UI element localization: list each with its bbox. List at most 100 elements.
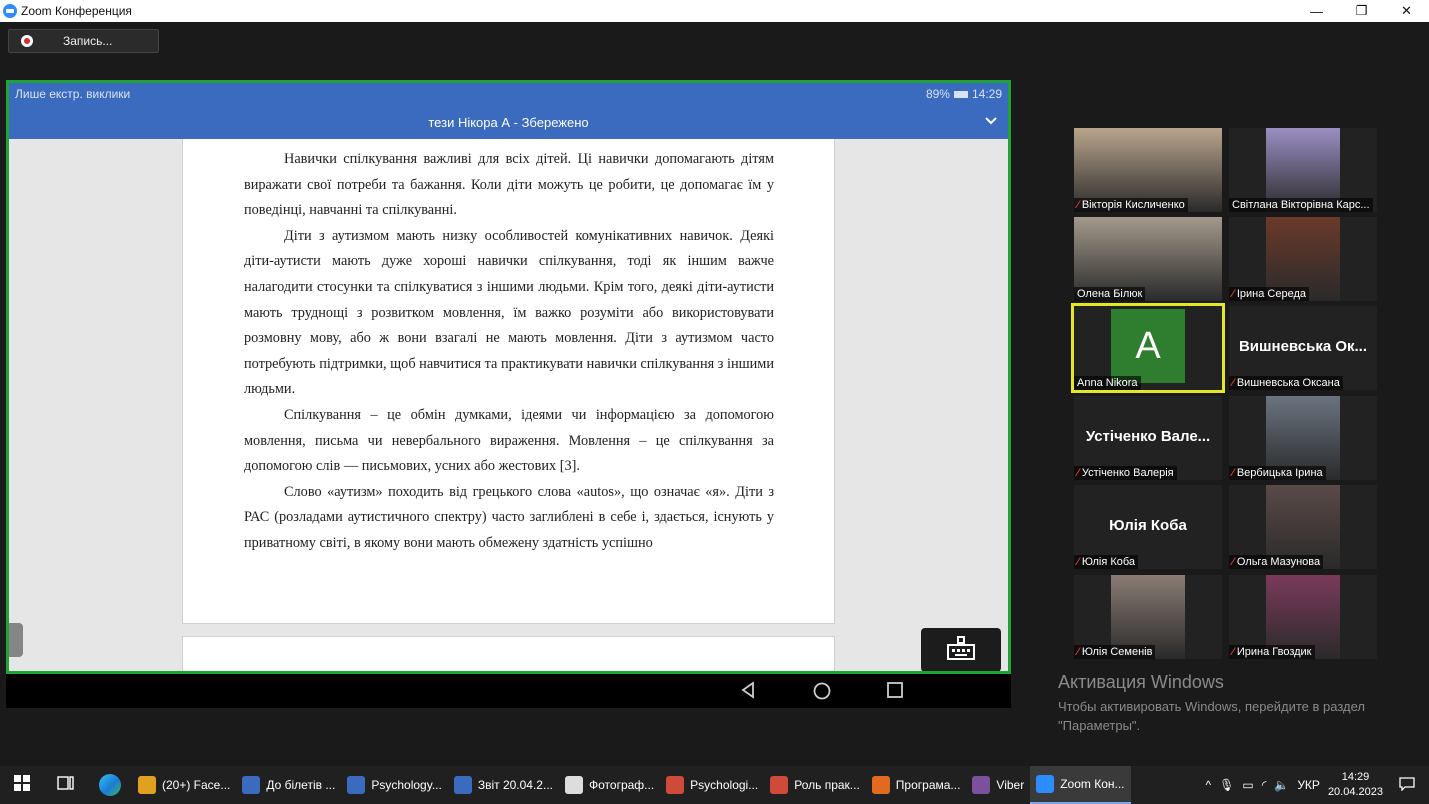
- task-view-button[interactable]: [44, 766, 88, 804]
- participant-name-label: ⁄ Вербицька Ірина: [1229, 466, 1326, 480]
- system-tray: ^ 🎙 ▭ ◜ 🔈 УКР 14:29 20.04.2023: [1205, 766, 1429, 804]
- taskbar-app-label: Zoom Кон...: [1060, 777, 1125, 791]
- participant-tile[interactable]: ⁄ Вікторія Кисличенко: [1074, 128, 1222, 212]
- participant-tile[interactable]: Вишневська Ок... ⁄ Вишневська Оксана: [1229, 306, 1377, 390]
- window-title: Zoom Конференция: [21, 4, 132, 18]
- taskbar-app-button[interactable]: Звіт 20.04.2...: [448, 766, 559, 804]
- doc-title: тези Нікора А - Збережено: [428, 114, 589, 130]
- avatar: A: [1111, 309, 1185, 383]
- taskbar-app-button[interactable]: Роль прак...: [764, 766, 866, 804]
- activation-line1: Чтобы активировать Windows, перейдите в …: [1058, 699, 1365, 714]
- battery-icon: [953, 90, 968, 98]
- shared-screen: Лише екстр. виклики 89% 14:29 тези Нікор…: [6, 80, 1011, 674]
- start-button[interactable]: [0, 766, 44, 804]
- taskbar-app-button[interactable]: (20+) Face...: [132, 766, 236, 804]
- participant-name-label: ⁄ Вікторія Кисличенко: [1074, 198, 1188, 212]
- participant-name: Юлія Коба: [1081, 556, 1136, 568]
- participant-tile[interactable]: ⁄ Ирина Гвоздик: [1229, 575, 1377, 659]
- recording-label: Запись...: [63, 34, 113, 48]
- task-view-icon: [57, 775, 75, 796]
- notifications-icon[interactable]: [1399, 776, 1415, 794]
- participant-name: Устіченко Валерія: [1081, 467, 1174, 479]
- keyboard-toggle-button[interactable]: [921, 628, 1001, 671]
- participant-tile[interactable]: ⁄ Ольга Мазунова: [1229, 485, 1377, 569]
- taskbar-app-button[interactable]: Psychology...: [341, 766, 447, 804]
- back-icon[interactable]: [739, 681, 757, 704]
- edge-button[interactable]: [88, 766, 132, 804]
- taskbar-app-label: Psychologi...: [690, 778, 759, 792]
- chevron-down-icon[interactable]: [984, 113, 998, 130]
- battery-percent: 89%: [925, 87, 950, 101]
- windows-logo-icon: [14, 774, 30, 796]
- home-icon[interactable]: [812, 681, 832, 706]
- battery-tray-icon[interactable]: ▭: [1242, 778, 1253, 792]
- activation-title: Активация Windows: [1058, 672, 1224, 692]
- title-bar: Zoom Конференция — ❐ ✕: [0, 0, 1429, 22]
- record-icon: [21, 35, 33, 47]
- taskbar-app-label: Звіт 20.04.2...: [477, 778, 553, 792]
- maximize-button[interactable]: ❐: [1339, 0, 1384, 22]
- participant-name: Вишневська Оксана: [1236, 377, 1340, 389]
- muted-mic-icon: ⁄: [1077, 646, 1079, 658]
- muted-mic-icon: ⁄: [1077, 556, 1079, 568]
- participant-name-label: Anna Nikora: [1074, 376, 1141, 390]
- muted-mic-icon: ⁄: [1077, 467, 1079, 479]
- participant-name: Вікторія Кисличенко: [1081, 199, 1185, 211]
- minimize-button[interactable]: —: [1294, 0, 1339, 22]
- taskbar-app-button[interactable]: До білетів ...: [236, 766, 341, 804]
- phone-status-text: Лише екстр. виклики: [15, 87, 131, 101]
- participant-display-name: Устіченко Вале...: [1085, 428, 1211, 445]
- participant-tile[interactable]: ⁄ Юлія Семенів: [1074, 575, 1222, 659]
- taskbar-app-label: Фотограф...: [589, 778, 655, 792]
- taskbar-app-button[interactable]: Psychologi...: [660, 766, 764, 804]
- muted-mic-icon: ⁄: [1232, 377, 1234, 389]
- taskbar-app-button[interactable]: Viber: [966, 766, 1030, 804]
- recording-indicator[interactable]: Запись...: [8, 29, 159, 53]
- participant-name: Ирина Гвоздик: [1236, 646, 1312, 658]
- doc-paragraph: Слово «аутизм» походить від грецького сл…: [244, 483, 774, 551]
- document-next-page: [182, 636, 835, 671]
- muted-mic-icon: ⁄: [1232, 288, 1234, 300]
- windows-taskbar: (20+) Face... До білетів ... Psychology...…: [0, 766, 1429, 804]
- participant-tile[interactable]: ⁄ Вербицька Ірина: [1229, 396, 1377, 480]
- clock-time: 14:29: [1341, 771, 1370, 783]
- taskbar-app-label: (20+) Face...: [162, 778, 231, 792]
- volume-icon[interactable]: 🔈: [1274, 778, 1289, 792]
- participant-display-name: Юлія Коба: [1109, 517, 1187, 534]
- participant-tile[interactable]: Світлана Вікторівна Карс...: [1229, 128, 1377, 212]
- muted-mic-icon: ⁄: [1232, 556, 1234, 568]
- activation-line2: "Параметры".: [1058, 718, 1141, 733]
- app-icon: [242, 776, 261, 794]
- taskbar-app-button[interactable]: Програма...: [866, 766, 967, 804]
- participant-tile[interactable]: A Anna Nikora: [1071, 303, 1225, 393]
- participant-name-label: ⁄ Устіченко Валерія: [1074, 466, 1177, 480]
- participant-tile[interactable]: Олена Білюк: [1074, 217, 1222, 301]
- taskbar-app-button[interactable]: Фотограф...: [559, 766, 660, 804]
- participant-tile[interactable]: Устіченко Вале... ⁄ Устіченко Валерія: [1074, 396, 1222, 480]
- window-controls: — ❐ ✕: [1294, 0, 1429, 22]
- participant-name-label: ⁄ Ирина Гвоздик: [1229, 645, 1315, 659]
- recents-icon[interactable]: [886, 681, 904, 704]
- mic-tray-icon[interactable]: 🎙: [1219, 778, 1234, 792]
- participant-tile[interactable]: ⁄ Ірина Середа: [1229, 217, 1377, 301]
- close-button[interactable]: ✕: [1384, 0, 1429, 22]
- participant-tile[interactable]: Юлія Коба ⁄ Юлія Коба: [1074, 485, 1222, 569]
- participant-display-name: Вишневська Ок...: [1238, 338, 1368, 355]
- taskbar-clock[interactable]: 14:29 20.04.2023: [1328, 770, 1383, 800]
- zoom-logo-icon: [3, 4, 17, 18]
- wifi-icon[interactable]: ◜: [1262, 778, 1267, 792]
- phone-status-bar: Лише екстр. виклики 89% 14:29: [9, 83, 1008, 105]
- app-icon: [666, 776, 685, 794]
- participant-name-label: ⁄ Юлія Коба: [1074, 555, 1139, 569]
- document-viewport[interactable]: Навички спілкування важливі для всіх діт…: [9, 139, 1008, 671]
- side-panel-handle[interactable]: [9, 623, 23, 657]
- language-indicator[interactable]: УКР: [1297, 778, 1320, 792]
- edge-icon: [99, 774, 121, 796]
- doc-paragraph: Навички спілкування важливі для всіх діт…: [244, 151, 774, 219]
- taskbar-app-button[interactable]: Zoom Кон...: [1030, 766, 1131, 804]
- participant-name-label: ⁄ Вишневська Оксана: [1229, 376, 1343, 390]
- taskbar-app-label: Роль прак...: [794, 778, 860, 792]
- app-icon: [770, 776, 789, 794]
- participant-name: Світлана Вікторівна Карс...: [1232, 199, 1370, 211]
- tray-chevron-icon[interactable]: ^: [1205, 778, 1211, 792]
